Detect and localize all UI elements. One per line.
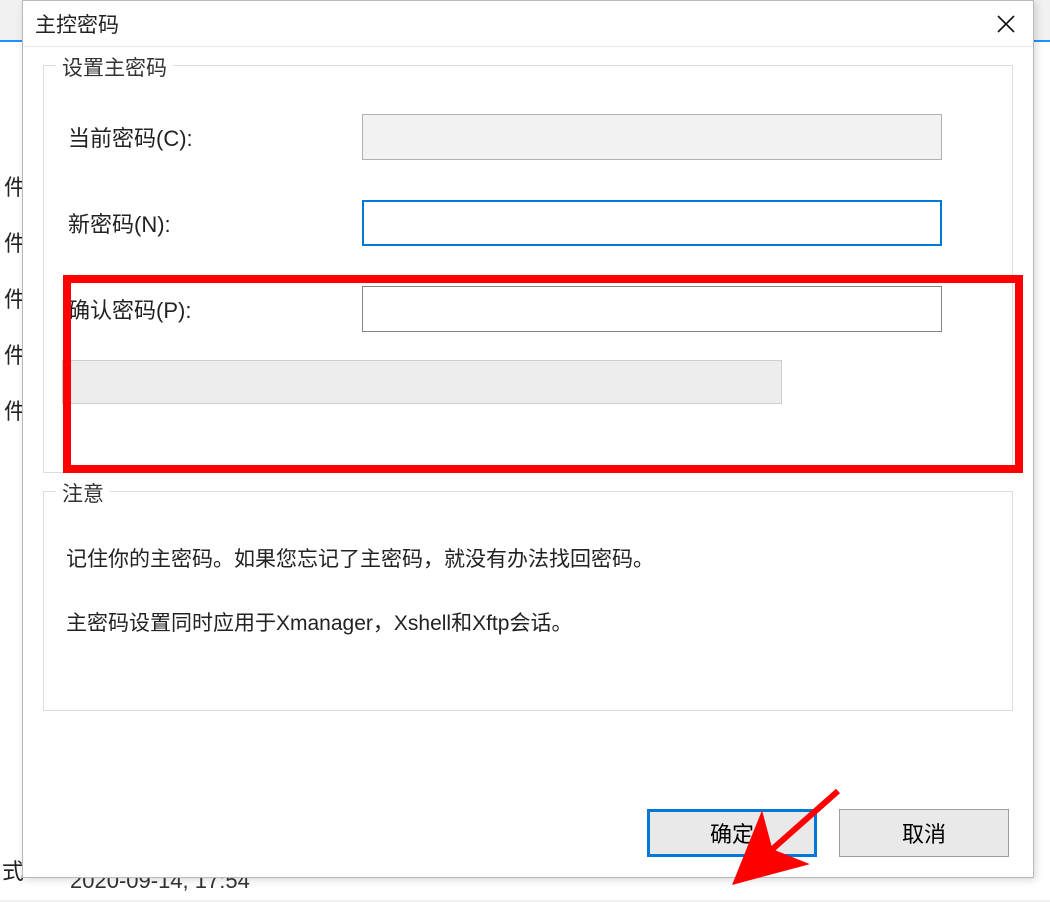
set-master-password-group: 设置主密码 当前密码(C): 新密码(N): 确认密码(P):: [43, 65, 1013, 473]
titlebar: 主控密码: [23, 1, 1033, 47]
notice-line-2: 主密码设置同时应用于Xmanager，Xshell和Xftp会话。: [66, 608, 994, 640]
current-pw-row: 当前密码(C):: [62, 114, 994, 160]
group-legend-notice: 注意: [56, 478, 110, 508]
confirm-pw-row: 确认密码(P):: [62, 286, 994, 332]
confirm-pw-input[interactable]: [362, 286, 942, 332]
dialog-button-row: 确定 取消: [647, 809, 1009, 857]
notice-line-1: 记住你的主密码。如果您忘记了主密码，就没有办法找回密码。: [66, 544, 994, 576]
cancel-button[interactable]: 取消: [839, 809, 1009, 857]
current-pw-input: [362, 114, 942, 160]
current-pw-label: 当前密码(C):: [62, 121, 362, 153]
master-password-dialog: 主控密码 设置主密码 当前密码(C): 新密码(N):: [22, 0, 1034, 878]
close-icon: [996, 14, 1016, 34]
new-pw-input[interactable]: [362, 200, 942, 246]
dialog-content: 设置主密码 当前密码(C): 新密码(N): 确认密码(P):: [23, 47, 1033, 877]
new-pw-label: 新密码(N):: [62, 207, 362, 239]
new-pw-row: 新密码(N):: [62, 200, 994, 246]
group-legend-set: 设置主密码: [56, 52, 173, 82]
close-button[interactable]: [983, 5, 1029, 43]
ok-button[interactable]: 确定: [647, 809, 817, 857]
notice-group: 注意 记住你的主密码。如果您忘记了主密码，就没有办法找回密码。 主密码设置同时应…: [43, 491, 1013, 711]
dialog-title: 主控密码: [35, 9, 119, 39]
bg-mode-text: 式: [2, 854, 24, 886]
password-strength-bar: [62, 360, 782, 404]
confirm-pw-label: 确认密码(P):: [62, 293, 362, 325]
